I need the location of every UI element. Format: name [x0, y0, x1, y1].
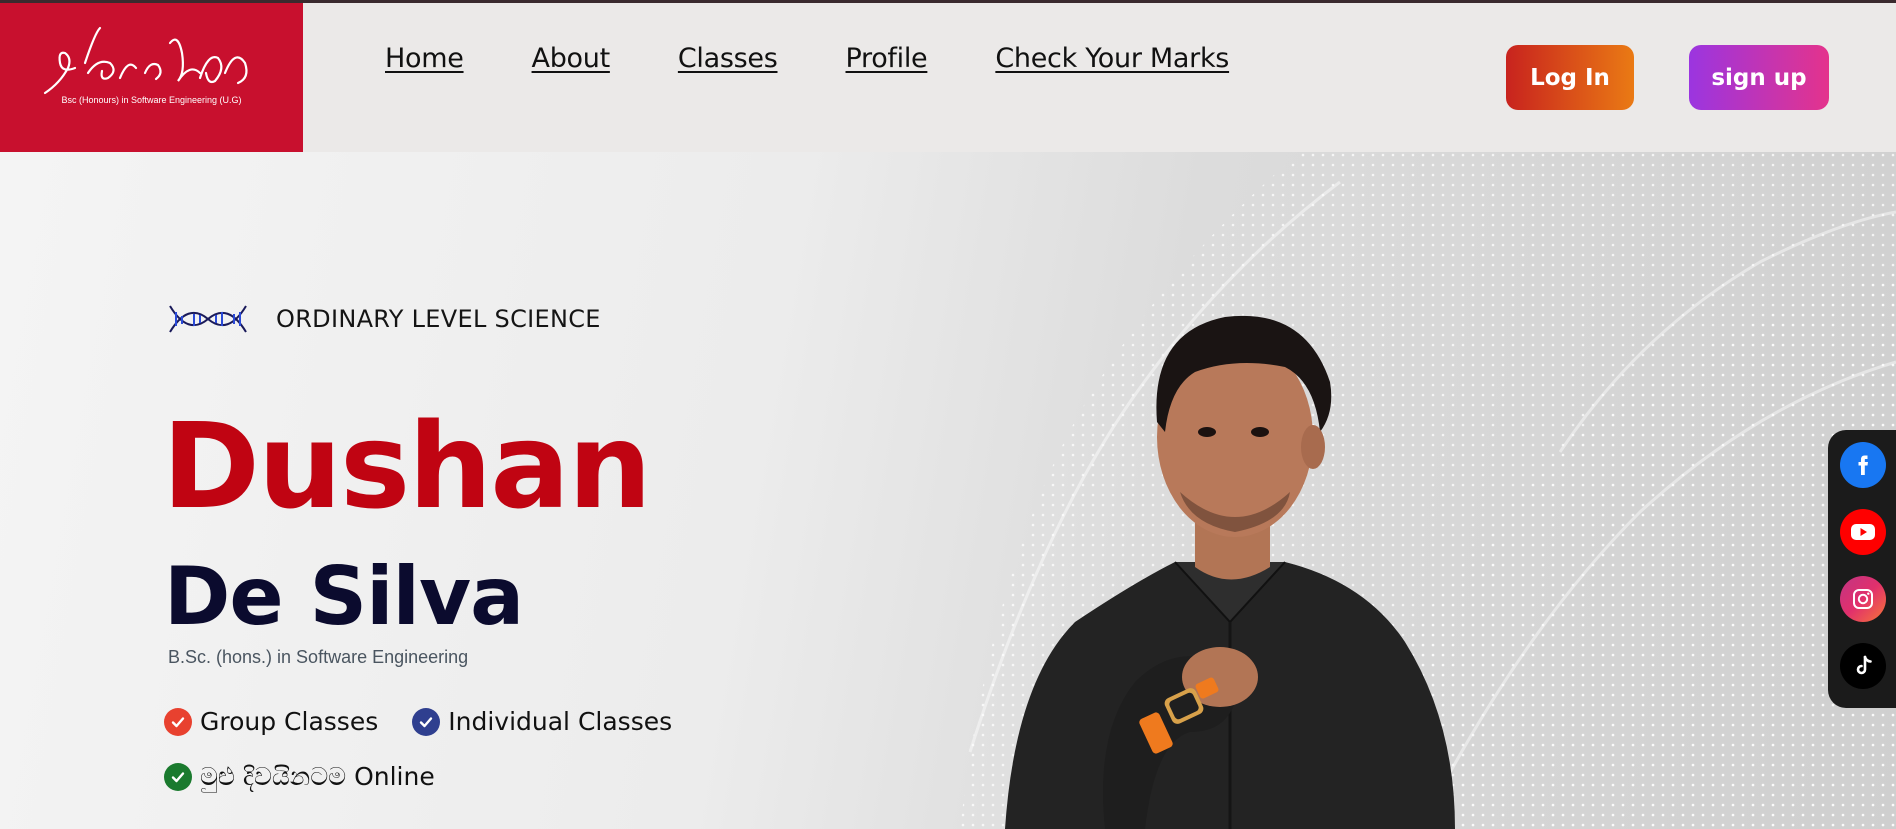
main-nav: Home About Classes Profile Check Your Ma… [385, 43, 1229, 74]
signature-logo-icon [43, 26, 248, 95]
nav-check-marks[interactable]: Check Your Marks [995, 43, 1229, 74]
feature-individual-classes: Individual Classes [412, 707, 672, 736]
subject-tag-label: ORDINARY LEVEL SCIENCE [276, 305, 601, 333]
tutor-portrait [1005, 315, 1455, 829]
instagram-icon[interactable] [1840, 576, 1886, 622]
nav-about[interactable]: About [532, 43, 611, 74]
social-sidebar [1828, 430, 1896, 708]
feature-label: Group Classes [200, 707, 379, 736]
check-circle-icon [164, 707, 192, 736]
nav-profile[interactable]: Profile [846, 43, 928, 74]
facebook-icon[interactable] [1840, 442, 1886, 488]
nav-home[interactable]: Home [385, 43, 464, 74]
youtube-icon[interactable] [1840, 509, 1886, 555]
signup-button[interactable]: sign up [1689, 45, 1829, 110]
hero-degree: B.Sc. (hons.) in Software Engineering [168, 647, 469, 667]
hero-section: ORDINARY LEVEL SCIENCE Dushan De Silva B… [0, 152, 1896, 829]
check-circle-icon [412, 707, 441, 736]
nav-classes[interactable]: Classes [678, 43, 778, 74]
login-button[interactable]: Log In [1506, 45, 1634, 110]
dna-icon [169, 305, 247, 333]
feature-label: Individual Classes [448, 707, 673, 736]
brand-logo[interactable]: Bsc (Honours) in Software Engineering (U… [0, 3, 303, 152]
brand-subtitle: Bsc (Honours) in Software Engineering (U… [61, 95, 242, 105]
feature-list: Group Classes Individual Classes මුළු දි… [164, 707, 672, 818]
hero-last-name: De Silva [164, 550, 524, 643]
hero-first-name: Dushan [162, 397, 652, 535]
subject-tag: ORDINARY LEVEL SCIENCE [168, 302, 601, 336]
tiktok-icon[interactable] [1840, 643, 1886, 689]
feature-label: මුළු දිවයිනටම Online [200, 762, 435, 791]
site-header: Bsc (Honours) in Software Engineering (U… [0, 3, 1896, 152]
feature-online: මුළු දිවයිනටම Online [164, 762, 435, 792]
check-circle-icon [164, 763, 192, 791]
feature-group-classes: Group Classes [164, 707, 378, 736]
